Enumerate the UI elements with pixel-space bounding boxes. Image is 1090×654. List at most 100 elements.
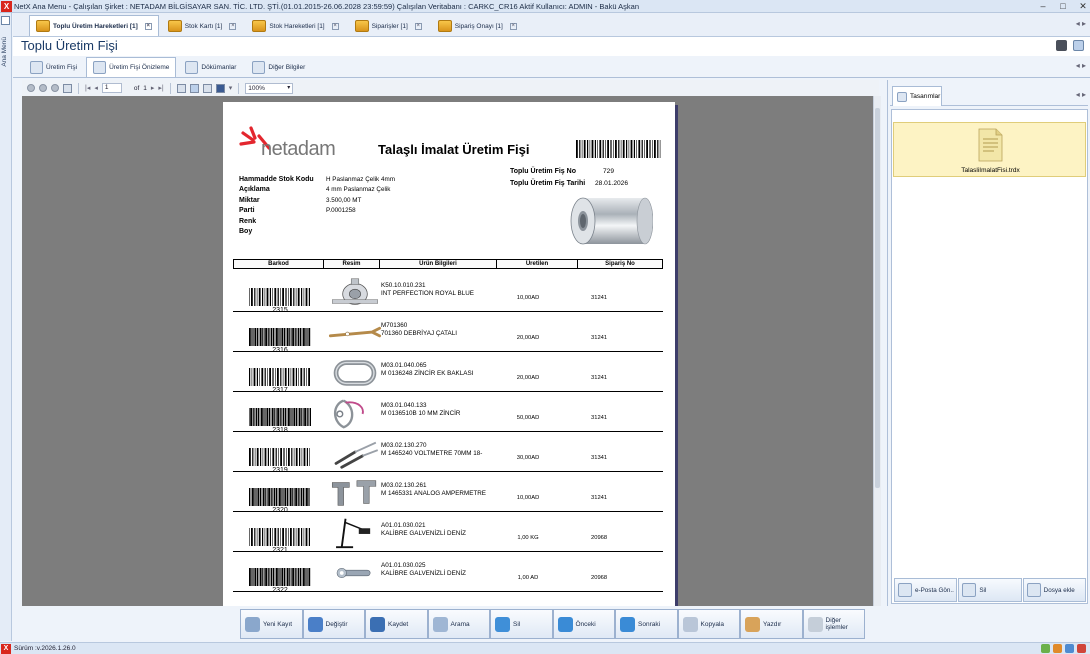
product-name: M 1465240 VOLTMETRE 70MM 18-	[381, 450, 483, 457]
last-page-icon[interactable]: ▸|	[158, 84, 163, 92]
subtab-label: Üretim Fişi Önizleme	[109, 64, 170, 71]
print-icon[interactable]	[1056, 40, 1067, 51]
panel-scroll-arrows[interactable]: ◂ ▸	[1076, 90, 1086, 99]
edit-icon	[307, 616, 323, 632]
info-row: Renk	[239, 216, 395, 227]
side-menu-label[interactable]: Ana Menü	[1, 37, 8, 67]
doc-tab-3[interactable]: Siparişler [1] ×	[348, 15, 429, 36]
report-title: Talaşlı İmalat Üretim Fişi	[378, 142, 530, 157]
product-info: M03.01.040.065 M 0136248 ZİNCİR EK BAKLAS…	[381, 362, 473, 378]
copy-button[interactable]: Kopyala	[677, 609, 740, 639]
tab-close-icon[interactable]: ×	[331, 22, 339, 30]
tab-designs-label: Tasarımlar	[910, 93, 941, 100]
produced-quantity: 50,00AD	[516, 415, 540, 421]
tab-scroll-arrows[interactable]: ◂ ▸	[1076, 19, 1086, 28]
status-tool-icon-3[interactable]	[1065, 644, 1074, 653]
close-icon[interactable]: ✕	[1078, 1, 1088, 12]
status-tool-icon-4[interactable]	[1077, 644, 1086, 653]
form-header: Toplu Üretim Fişi	[13, 37, 1090, 56]
print-button[interactable]: Yazdır	[740, 609, 803, 639]
save-button[interactable]: Kaydet	[365, 609, 428, 639]
subtab-2[interactable]: Dökümanlar	[178, 57, 243, 77]
edit-button[interactable]: Değiştir	[302, 609, 365, 639]
delete-button[interactable]: Sil	[490, 609, 553, 639]
title-bar: X NetX Ana Menu - Çalışılan Şirket : NET…	[0, 0, 1090, 13]
table-row: 2316 M701360 701360 DEBRİYAJ ÇATALI 20,00AD…	[233, 312, 663, 354]
order-icon	[354, 20, 369, 32]
other-info-icon	[252, 61, 266, 74]
order-number: 31241	[591, 495, 608, 501]
tab-close-icon[interactable]: ×	[509, 22, 517, 30]
export-dropdown-icon[interactable]: ▾	[229, 84, 233, 92]
product-code: A01.01.030.025	[381, 562, 426, 569]
prev-page-icon[interactable]: ◂	[94, 84, 98, 92]
page-setup-icon[interactable]	[189, 83, 199, 93]
report-preview-area[interactable]: netadam Talaşlı İmalat Üretim Fişi Hamma…	[22, 96, 873, 606]
design-file-item[interactable]: TalasliImalatFisi.trdx	[893, 122, 1086, 177]
button-label: Sil	[979, 586, 987, 594]
raw-material-info: Hammadde Stok Kodu H Paslanmaz Çelik 4mm A…	[239, 174, 395, 237]
help-icon[interactable]	[1073, 40, 1084, 51]
refresh-icon[interactable]	[63, 83, 72, 93]
new-record-button[interactable]: Yeni Kayıt	[240, 609, 303, 639]
design-file-name: TalasliImalatFisi.trdx	[961, 167, 1020, 174]
receipt-info: Toplu Üretim Fiş No 729 Toplu Üretim Fiş…	[510, 166, 628, 189]
product-code: M03.02.130.270	[381, 442, 427, 449]
next-page-icon[interactable]: ▸	[151, 84, 155, 92]
next-button[interactable]: Sonraki	[615, 609, 678, 639]
table-row: 2317 M03.01.040.065 M 0136248 ZİNCİR EK BA…	[233, 352, 663, 394]
product-code: M701360	[381, 322, 408, 329]
status-tool-icon-2[interactable]	[1053, 644, 1062, 653]
maximize-icon[interactable]: □	[1058, 1, 1068, 12]
stop-icon[interactable]	[51, 84, 59, 92]
product-name: INT PERFECTION ROYAL BLUE	[381, 290, 474, 297]
page-number-input[interactable]: 1	[101, 83, 122, 93]
design-icon	[897, 91, 907, 102]
attach-file-button[interactable]: Dosya ekle	[1022, 578, 1086, 602]
export-icon[interactable]	[215, 83, 225, 93]
items-table-header: Barkod Resim Ürün Bilgileri Üretilen Sipariş…	[233, 259, 663, 269]
forward-icon[interactable]	[39, 84, 47, 92]
produced-quantity: 20,00AD	[516, 335, 540, 341]
app-logo-icon[interactable]: X	[1, 0, 12, 12]
delete-button[interactable]: Sil	[958, 578, 1022, 602]
print-report-icon[interactable]	[202, 83, 212, 93]
product-name: M 1465331 ANALOG AMPERMETRE	[381, 490, 486, 497]
production-icon	[30, 61, 43, 74]
other-actions-button[interactable]: Diğer işlemler	[802, 609, 865, 639]
side-menu-strip[interactable]: Ana Menü	[0, 13, 12, 641]
scrollbar-thumb[interactable]	[875, 108, 880, 488]
doc-tab-0[interactable]: Toplu Üretim Hareketleri [1] ×	[29, 15, 159, 36]
tab-close-icon[interactable]: ×	[229, 22, 237, 30]
doc-tab-2[interactable]: Stok Hareketleri [1] ×	[245, 15, 345, 36]
minimize-icon[interactable]: –	[1038, 1, 1048, 12]
button-label: Değiştir	[325, 620, 348, 628]
preview-icon	[93, 61, 107, 74]
preview-scrollbar[interactable]	[873, 96, 881, 606]
barcode	[249, 288, 310, 306]
product-name: KALİBRE GALVENİZLİ DENİZ	[381, 530, 466, 537]
attach-file-icon	[1026, 583, 1041, 597]
search-button[interactable]: Arama	[427, 609, 490, 639]
tab-designs[interactable]: Tasarımlar	[892, 86, 942, 106]
tab-close-icon[interactable]: ×	[414, 22, 422, 30]
product-code: K50.10.010.231	[381, 282, 426, 289]
produced-quantity: 10,00AD	[516, 295, 540, 301]
doc-tab-4[interactable]: Sipariş Onayı [1] ×	[431, 15, 524, 36]
produced-quantity: 30,00AD	[516, 455, 540, 461]
pin-icon[interactable]	[1, 16, 10, 25]
email-button[interactable]: e-Posta Gön..	[894, 578, 958, 602]
back-icon[interactable]	[27, 84, 35, 92]
subtab-0[interactable]: Üretim Fişi	[23, 57, 84, 77]
subtab-scroll-arrows[interactable]: ◂ ▸	[1076, 61, 1086, 70]
previous-button[interactable]: Önceki	[552, 609, 615, 639]
subtab-1[interactable]: Üretim Fişi Önizleme	[86, 57, 177, 77]
first-page-icon[interactable]: |◂	[85, 84, 90, 92]
subtab-3[interactable]: Diğer Bilgiler	[245, 57, 312, 77]
print-layout-icon[interactable]	[176, 83, 186, 93]
doc-tab-1[interactable]: Stok Kartı [1] ×	[161, 15, 244, 36]
barcode	[249, 568, 311, 586]
status-tool-icon-1[interactable]	[1041, 644, 1050, 653]
tab-close-icon[interactable]: ×	[144, 22, 152, 30]
zoom-select[interactable]: 100%	[245, 82, 294, 94]
